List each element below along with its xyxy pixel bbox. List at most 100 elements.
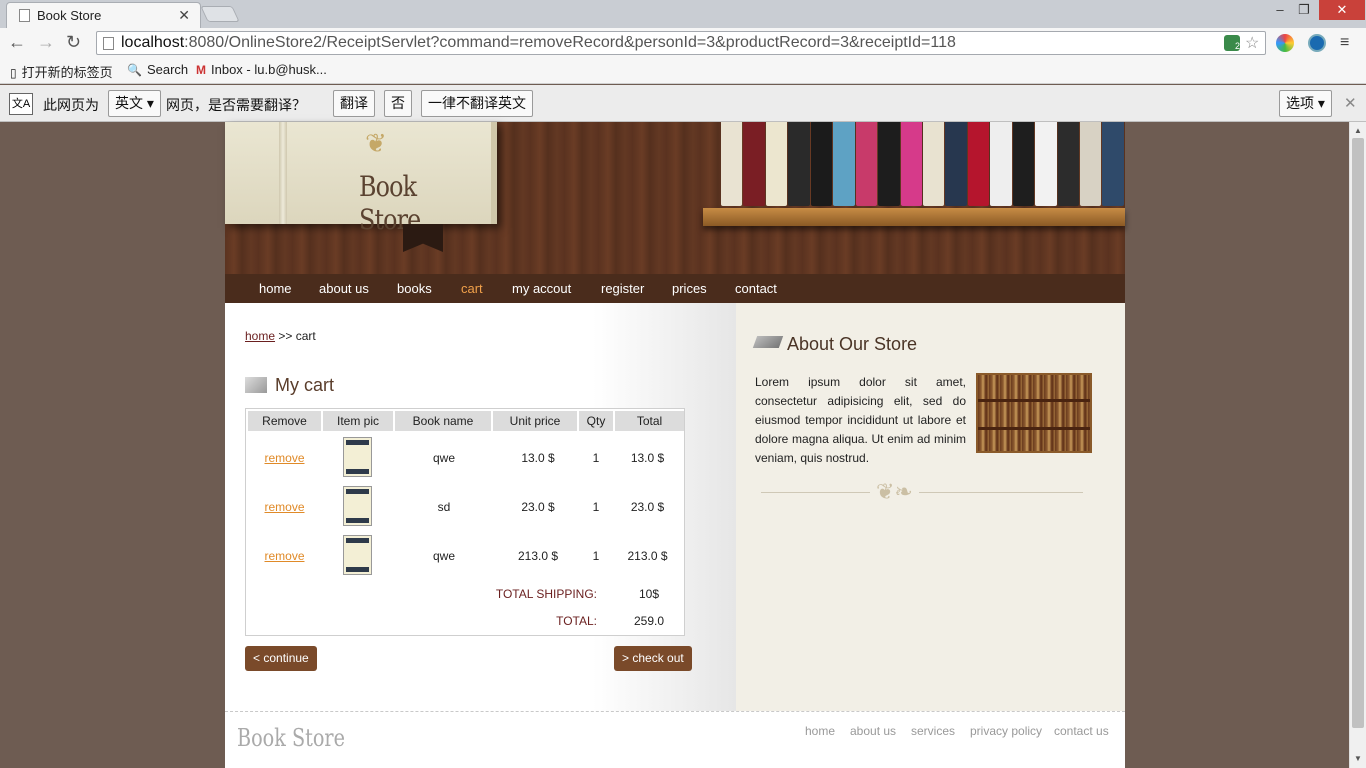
ornament-icon: ❦	[365, 128, 387, 158]
page-icon	[103, 37, 114, 50]
scroll-thumb[interactable]	[1352, 138, 1364, 728]
address-bar[interactable]: localhost:8080/OnlineStore2/ReceiptServl…	[96, 31, 1266, 55]
book-thumbnail	[343, 486, 372, 526]
quantity: 1	[592, 451, 600, 465]
quantity: 1	[592, 500, 600, 514]
nav-about-us[interactable]: about us	[319, 281, 369, 296]
page-icon	[19, 9, 30, 22]
reload-icon[interactable]: ↻	[66, 32, 81, 53]
book-thumbnail	[343, 535, 372, 575]
unit-price: 213.0 $	[517, 549, 559, 563]
scroll-down-icon[interactable]: ▼	[1354, 754, 1362, 763]
nav-home[interactable]: home	[259, 281, 292, 296]
never-translate-button[interactable]: 一律不翻译英文	[421, 90, 533, 117]
column-header: Remove	[248, 411, 321, 431]
remove-link[interactable]: remove	[246, 549, 323, 563]
back-icon[interactable]: ←	[8, 32, 26, 53]
star-icon[interactable]: ☆	[1245, 33, 1261, 52]
site-page: ❦ Book Store home about us books cart my…	[225, 122, 1125, 768]
options-button[interactable]: 选项 ▾	[1279, 90, 1332, 117]
url-text[interactable]: localhost:8080/OnlineStore2/ReceiptServl…	[121, 34, 956, 52]
shipping-value: 10$	[638, 587, 660, 601]
breadcrumb: home >> cart	[245, 329, 316, 343]
footer-link-contact-us[interactable]: contact us	[1054, 724, 1109, 738]
cart-table: Remove Item pic Book name Unit price Qty…	[245, 408, 685, 636]
unit-price: 13.0 $	[521, 451, 555, 465]
close-tab-icon[interactable]: ✕	[178, 7, 190, 24]
about-text: Lorem ipsum dolor sit amet, consectetur …	[755, 375, 966, 465]
bookmark-item[interactable]: ▯ 打开新的标签页	[10, 62, 113, 81]
bookmark-item[interactable]: 🔍 Search	[127, 62, 188, 77]
checkout-button[interactable]: > check out	[614, 646, 692, 671]
nav-prices[interactable]: prices	[672, 281, 707, 296]
remove-link[interactable]: remove	[246, 500, 323, 514]
nav-contact[interactable]: contact	[735, 281, 777, 296]
breadcrumb-current: cart	[295, 329, 316, 343]
shipping-label: TOTAL SHIPPING:	[495, 587, 597, 601]
browser-tab[interactable]: Book Store ✕	[6, 2, 201, 28]
logo-book: ❦ Book Store	[225, 122, 497, 236]
bookmark-item[interactable]: M Inbox - lu.b@husk...	[196, 62, 327, 77]
extension-icon[interactable]	[1308, 34, 1326, 52]
tab-title: Book Store	[37, 8, 102, 23]
footer-link-about-us[interactable]: about us	[850, 724, 896, 738]
translate-button[interactable]: 翻译	[333, 90, 375, 117]
book-icon	[752, 336, 784, 348]
box-icon	[245, 377, 267, 393]
continue-button[interactable]: < continue	[245, 646, 317, 671]
table-row: remove qwe 13.0 $ 1 13.0 $	[246, 437, 686, 479]
nav-cart[interactable]: cart	[461, 281, 483, 296]
column-header: Item pic	[323, 411, 393, 431]
table-row: remove sd 23.0 $ 1 23.0 $	[246, 486, 686, 528]
window-close-icon[interactable]: ✕	[1319, 0, 1365, 20]
book-thumbnail	[343, 437, 372, 477]
nav-books[interactable]: books	[397, 281, 432, 296]
no-button[interactable]: 否	[384, 90, 412, 117]
footer-link-privacy-policy[interactable]: privacy policy	[970, 724, 1042, 738]
menu-icon[interactable]: ≡	[1340, 34, 1349, 52]
breadcrumb-home-link[interactable]: home	[245, 329, 275, 343]
remove-link[interactable]: remove	[246, 451, 323, 465]
bookmarks-bar: ▯ 打开新的标签页 🔍 Search M Inbox - lu.b@husk...	[0, 58, 1366, 84]
book-name: qwe	[432, 549, 455, 563]
about-heading: About Our Store	[752, 334, 917, 355]
row-total: 23.0 $	[630, 500, 665, 514]
table-row: remove qwe 213.0 $ 1 213.0 $	[246, 535, 686, 577]
restore-icon[interactable]: ❐	[1291, 0, 1317, 20]
forward-icon[interactable]: →	[37, 32, 55, 53]
unit-price: 23.0 $	[521, 500, 555, 514]
close-icon[interactable]: ✕	[1344, 94, 1357, 112]
extension-icon[interactable]	[1276, 34, 1294, 52]
divider	[761, 492, 1083, 493]
nav-register[interactable]: register	[601, 281, 644, 296]
quantity: 1	[592, 549, 600, 563]
footer-link-services[interactable]: services	[911, 724, 955, 738]
footer-link-home[interactable]: home	[805, 724, 835, 738]
main-content: home >> cart My cart Remove Item pic Boo…	[225, 303, 736, 711]
ribbon-icon	[403, 224, 443, 252]
total-label: TOTAL:	[556, 614, 597, 628]
footer-logo: Book Store	[237, 724, 345, 752]
translate-bar: 文A 此网页为 英文 ▾ 网页，是否需要翻译？ 翻译 否 一律不翻译英文 选项 …	[0, 85, 1366, 122]
translate-question: 网页，是否需要翻译？	[166, 97, 306, 113]
scroll-up-icon[interactable]: ▲	[1354, 126, 1362, 135]
extension-badge-icon[interactable]: 2	[1224, 35, 1240, 51]
language-select[interactable]: 英文 ▾	[108, 90, 161, 117]
new-tab-button[interactable]	[200, 6, 240, 22]
bookshelf-image	[703, 122, 1125, 226]
page-scrollbar[interactable]: ▲ ▼	[1349, 122, 1366, 768]
row-total: 13.0 $	[630, 451, 665, 465]
total-value: 259.0	[633, 614, 665, 628]
minimize-icon[interactable]: –	[1267, 0, 1293, 20]
row-total: 213.0 $	[627, 549, 668, 563]
ornament-icon: ❦❧	[870, 479, 919, 505]
column-header: Unit price	[493, 411, 577, 431]
nav-my-account[interactable]: my accout	[512, 281, 571, 296]
browser-tabbar: Book Store ✕ – ❐ ✕	[0, 0, 1366, 28]
column-header: Total	[615, 411, 684, 431]
translate-prefix: 此网页为	[43, 97, 99, 113]
column-header: Book name	[395, 411, 491, 431]
column-header: Qty	[579, 411, 613, 431]
site-footer: Book Store home about us services privac…	[225, 711, 1125, 768]
browser-toolbar: ← → ↻ localhost:8080/OnlineStore2/Receip…	[0, 28, 1366, 58]
